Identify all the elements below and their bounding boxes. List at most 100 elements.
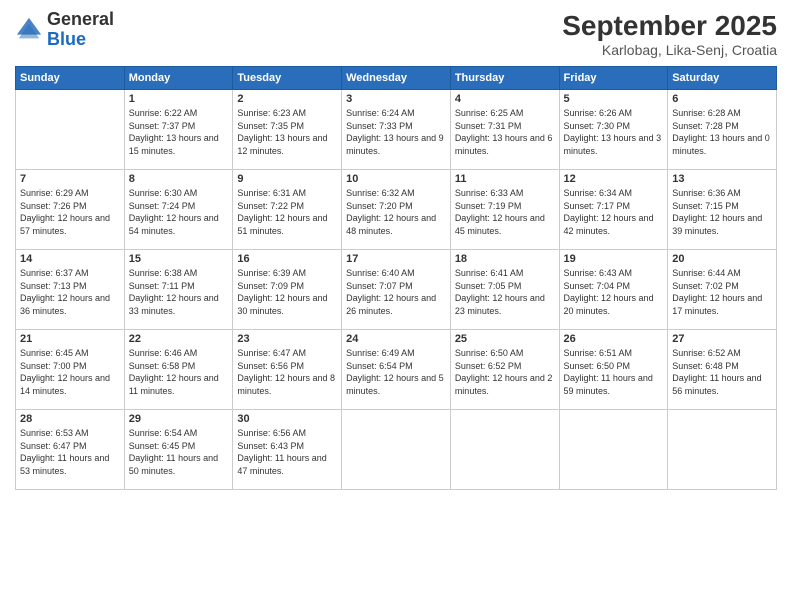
day-cell-2-1: 15 Sunrise: 6:38 AMSunset: 7:11 PMDayligh… xyxy=(124,250,233,330)
day-cell-2-6: 20 Sunrise: 6:44 AMSunset: 7:02 PMDayligh… xyxy=(668,250,777,330)
day-cell-1-5: 12Sunrise: 6:34 AMSunset: 7:17 PMDayligh… xyxy=(559,170,668,250)
calendar: Sunday Monday Tuesday Wednesday Thursday… xyxy=(15,66,777,490)
day-number: 11 xyxy=(455,173,555,185)
day-number: 20 xyxy=(672,253,772,265)
day-info: Sunrise: 6:45 AMSunset: 7:00 PMDaylight:… xyxy=(20,347,120,397)
day-number: 15 xyxy=(129,253,229,265)
day-cell-2-3: 17Sunrise: 6:40 AMSunset: 7:07 PMDayligh… xyxy=(342,250,451,330)
day-cell-1-2: 9 Sunrise: 6:31 AMSunset: 7:22 PMDaylight… xyxy=(233,170,342,250)
day-info: Sunrise: 6:28 AMSunset: 7:28 PMDaylight:… xyxy=(672,107,772,157)
day-number: 10 xyxy=(346,173,446,185)
main-title: September 2025 xyxy=(562,10,777,42)
day-number: 9 xyxy=(237,173,337,185)
day-cell-4-2: 30 Sunrise: 6:56 AMSunset: 6:43 PMDayligh… xyxy=(233,410,342,490)
day-info: Sunrise: 6:23 AMSunset: 7:35 PMDaylight:… xyxy=(237,107,337,157)
logo-general: General xyxy=(47,9,114,29)
day-cell-4-4 xyxy=(450,410,559,490)
col-tuesday: Tuesday xyxy=(233,67,342,90)
day-info: Sunrise: 6:22 AMSunset: 7:37 PMDaylight:… xyxy=(129,107,229,157)
day-cell-1-6: 13Sunrise: 6:36 AMSunset: 7:15 PMDayligh… xyxy=(668,170,777,250)
day-info: Sunrise: 6:37 AMSunset: 7:13 PMDaylight:… xyxy=(20,267,120,317)
week-row-4: 28Sunrise: 6:53 AMSunset: 6:47 PMDayligh… xyxy=(16,410,777,490)
col-friday: Friday xyxy=(559,67,668,90)
day-number: 30 xyxy=(237,413,337,425)
day-number: 17 xyxy=(346,253,446,265)
day-number: 6 xyxy=(672,93,772,105)
day-cell-3-2: 23Sunrise: 6:47 AMSunset: 6:56 PMDayligh… xyxy=(233,330,342,410)
day-number: 27 xyxy=(672,333,772,345)
day-cell-4-3 xyxy=(342,410,451,490)
day-number: 8 xyxy=(129,173,229,185)
day-cell-2-5: 19Sunrise: 6:43 AMSunset: 7:04 PMDayligh… xyxy=(559,250,668,330)
day-cell-4-0: 28Sunrise: 6:53 AMSunset: 6:47 PMDayligh… xyxy=(16,410,125,490)
logo-text: General Blue xyxy=(47,10,114,50)
day-cell-3-1: 22Sunrise: 6:46 AMSunset: 6:58 PMDayligh… xyxy=(124,330,233,410)
day-cell-4-5 xyxy=(559,410,668,490)
day-info: Sunrise: 6:31 AMSunset: 7:22 PMDaylight:… xyxy=(237,187,337,237)
day-number: 14 xyxy=(20,253,120,265)
day-cell-0-6: 6 Sunrise: 6:28 AMSunset: 7:28 PMDaylight… xyxy=(668,90,777,170)
day-number: 26 xyxy=(564,333,664,345)
day-info: Sunrise: 6:46 AMSunset: 6:58 PMDaylight:… xyxy=(129,347,229,397)
day-number: 2 xyxy=(237,93,337,105)
week-row-2: 14 Sunrise: 6:37 AMSunset: 7:13 PMDayligh… xyxy=(16,250,777,330)
day-info: Sunrise: 6:36 AMSunset: 7:15 PMDaylight:… xyxy=(672,187,772,237)
week-row-0: 1Sunrise: 6:22 AMSunset: 7:37 PMDaylight… xyxy=(16,90,777,170)
day-cell-0-5: 5Sunrise: 6:26 AMSunset: 7:30 PMDaylight… xyxy=(559,90,668,170)
day-number: 23 xyxy=(237,333,337,345)
day-cell-1-3: 10 Sunrise: 6:32 AMSunset: 7:20 PMDayligh… xyxy=(342,170,451,250)
day-info: Sunrise: 6:56 AMSunset: 6:43 PMDaylight:… xyxy=(237,427,337,477)
day-info: Sunrise: 6:39 AMSunset: 7:09 PMDaylight:… xyxy=(237,267,337,317)
day-info: Sunrise: 6:33 AMSunset: 7:19 PMDaylight:… xyxy=(455,187,555,237)
logo-icon xyxy=(15,16,43,44)
day-cell-1-1: 8 Sunrise: 6:30 AMSunset: 7:24 PMDaylight… xyxy=(124,170,233,250)
day-info: Sunrise: 6:32 AMSunset: 7:20 PMDaylight:… xyxy=(346,187,446,237)
calendar-header-row: Sunday Monday Tuesday Wednesday Thursday… xyxy=(16,67,777,90)
col-saturday: Saturday xyxy=(668,67,777,90)
header: General Blue September 2025 Karlobag, Li… xyxy=(15,10,777,58)
day-cell-3-4: 25 Sunrise: 6:50 AMSunset: 6:52 PMDayligh… xyxy=(450,330,559,410)
day-number: 12 xyxy=(564,173,664,185)
day-cell-0-0 xyxy=(16,90,125,170)
day-cell-2-4: 18 Sunrise: 6:41 AMSunset: 7:05 PMDayligh… xyxy=(450,250,559,330)
day-info: Sunrise: 6:49 AMSunset: 6:54 PMDaylight:… xyxy=(346,347,446,397)
day-info: Sunrise: 6:51 AMSunset: 6:50 PMDaylight:… xyxy=(564,347,664,397)
day-number: 3 xyxy=(346,93,446,105)
day-cell-2-0: 14 Sunrise: 6:37 AMSunset: 7:13 PMDayligh… xyxy=(16,250,125,330)
day-number: 29 xyxy=(129,413,229,425)
day-cell-0-4: 4 Sunrise: 6:25 AMSunset: 7:31 PMDaylight… xyxy=(450,90,559,170)
day-info: Sunrise: 6:50 AMSunset: 6:52 PMDaylight:… xyxy=(455,347,555,397)
subtitle: Karlobag, Lika-Senj, Croatia xyxy=(562,42,777,58)
day-cell-0-1: 1Sunrise: 6:22 AMSunset: 7:37 PMDaylight… xyxy=(124,90,233,170)
day-cell-1-0: 7Sunrise: 6:29 AMSunset: 7:26 PMDaylight… xyxy=(16,170,125,250)
col-monday: Monday xyxy=(124,67,233,90)
day-info: Sunrise: 6:53 AMSunset: 6:47 PMDaylight:… xyxy=(20,427,120,477)
day-cell-3-0: 21Sunrise: 6:45 AMSunset: 7:00 PMDayligh… xyxy=(16,330,125,410)
day-info: Sunrise: 6:44 AMSunset: 7:02 PMDaylight:… xyxy=(672,267,772,317)
week-row-3: 21Sunrise: 6:45 AMSunset: 7:00 PMDayligh… xyxy=(16,330,777,410)
week-row-1: 7Sunrise: 6:29 AMSunset: 7:26 PMDaylight… xyxy=(16,170,777,250)
logo-blue: Blue xyxy=(47,29,86,49)
day-cell-3-5: 26 Sunrise: 6:51 AMSunset: 6:50 PMDayligh… xyxy=(559,330,668,410)
day-info: Sunrise: 6:25 AMSunset: 7:31 PMDaylight:… xyxy=(455,107,555,157)
day-cell-4-6 xyxy=(668,410,777,490)
day-cell-3-6: 27 Sunrise: 6:52 AMSunset: 6:48 PMDayligh… xyxy=(668,330,777,410)
day-info: Sunrise: 6:24 AMSunset: 7:33 PMDaylight:… xyxy=(346,107,446,157)
day-cell-0-2: 2 Sunrise: 6:23 AMSunset: 7:35 PMDaylight… xyxy=(233,90,342,170)
col-sunday: Sunday xyxy=(16,67,125,90)
day-number: 25 xyxy=(455,333,555,345)
day-info: Sunrise: 6:43 AMSunset: 7:04 PMDaylight:… xyxy=(564,267,664,317)
logo: General Blue xyxy=(15,10,114,50)
day-info: Sunrise: 6:29 AMSunset: 7:26 PMDaylight:… xyxy=(20,187,120,237)
day-info: Sunrise: 6:38 AMSunset: 7:11 PMDaylight:… xyxy=(129,267,229,317)
day-cell-2-2: 16 Sunrise: 6:39 AMSunset: 7:09 PMDayligh… xyxy=(233,250,342,330)
day-info: Sunrise: 6:30 AMSunset: 7:24 PMDaylight:… xyxy=(129,187,229,237)
day-number: 16 xyxy=(237,253,337,265)
day-number: 24 xyxy=(346,333,446,345)
day-info: Sunrise: 6:52 AMSunset: 6:48 PMDaylight:… xyxy=(672,347,772,397)
day-info: Sunrise: 6:41 AMSunset: 7:05 PMDaylight:… xyxy=(455,267,555,317)
day-number: 5 xyxy=(564,93,664,105)
day-number: 18 xyxy=(455,253,555,265)
day-cell-4-1: 29Sunrise: 6:54 AMSunset: 6:45 PMDayligh… xyxy=(124,410,233,490)
day-number: 4 xyxy=(455,93,555,105)
